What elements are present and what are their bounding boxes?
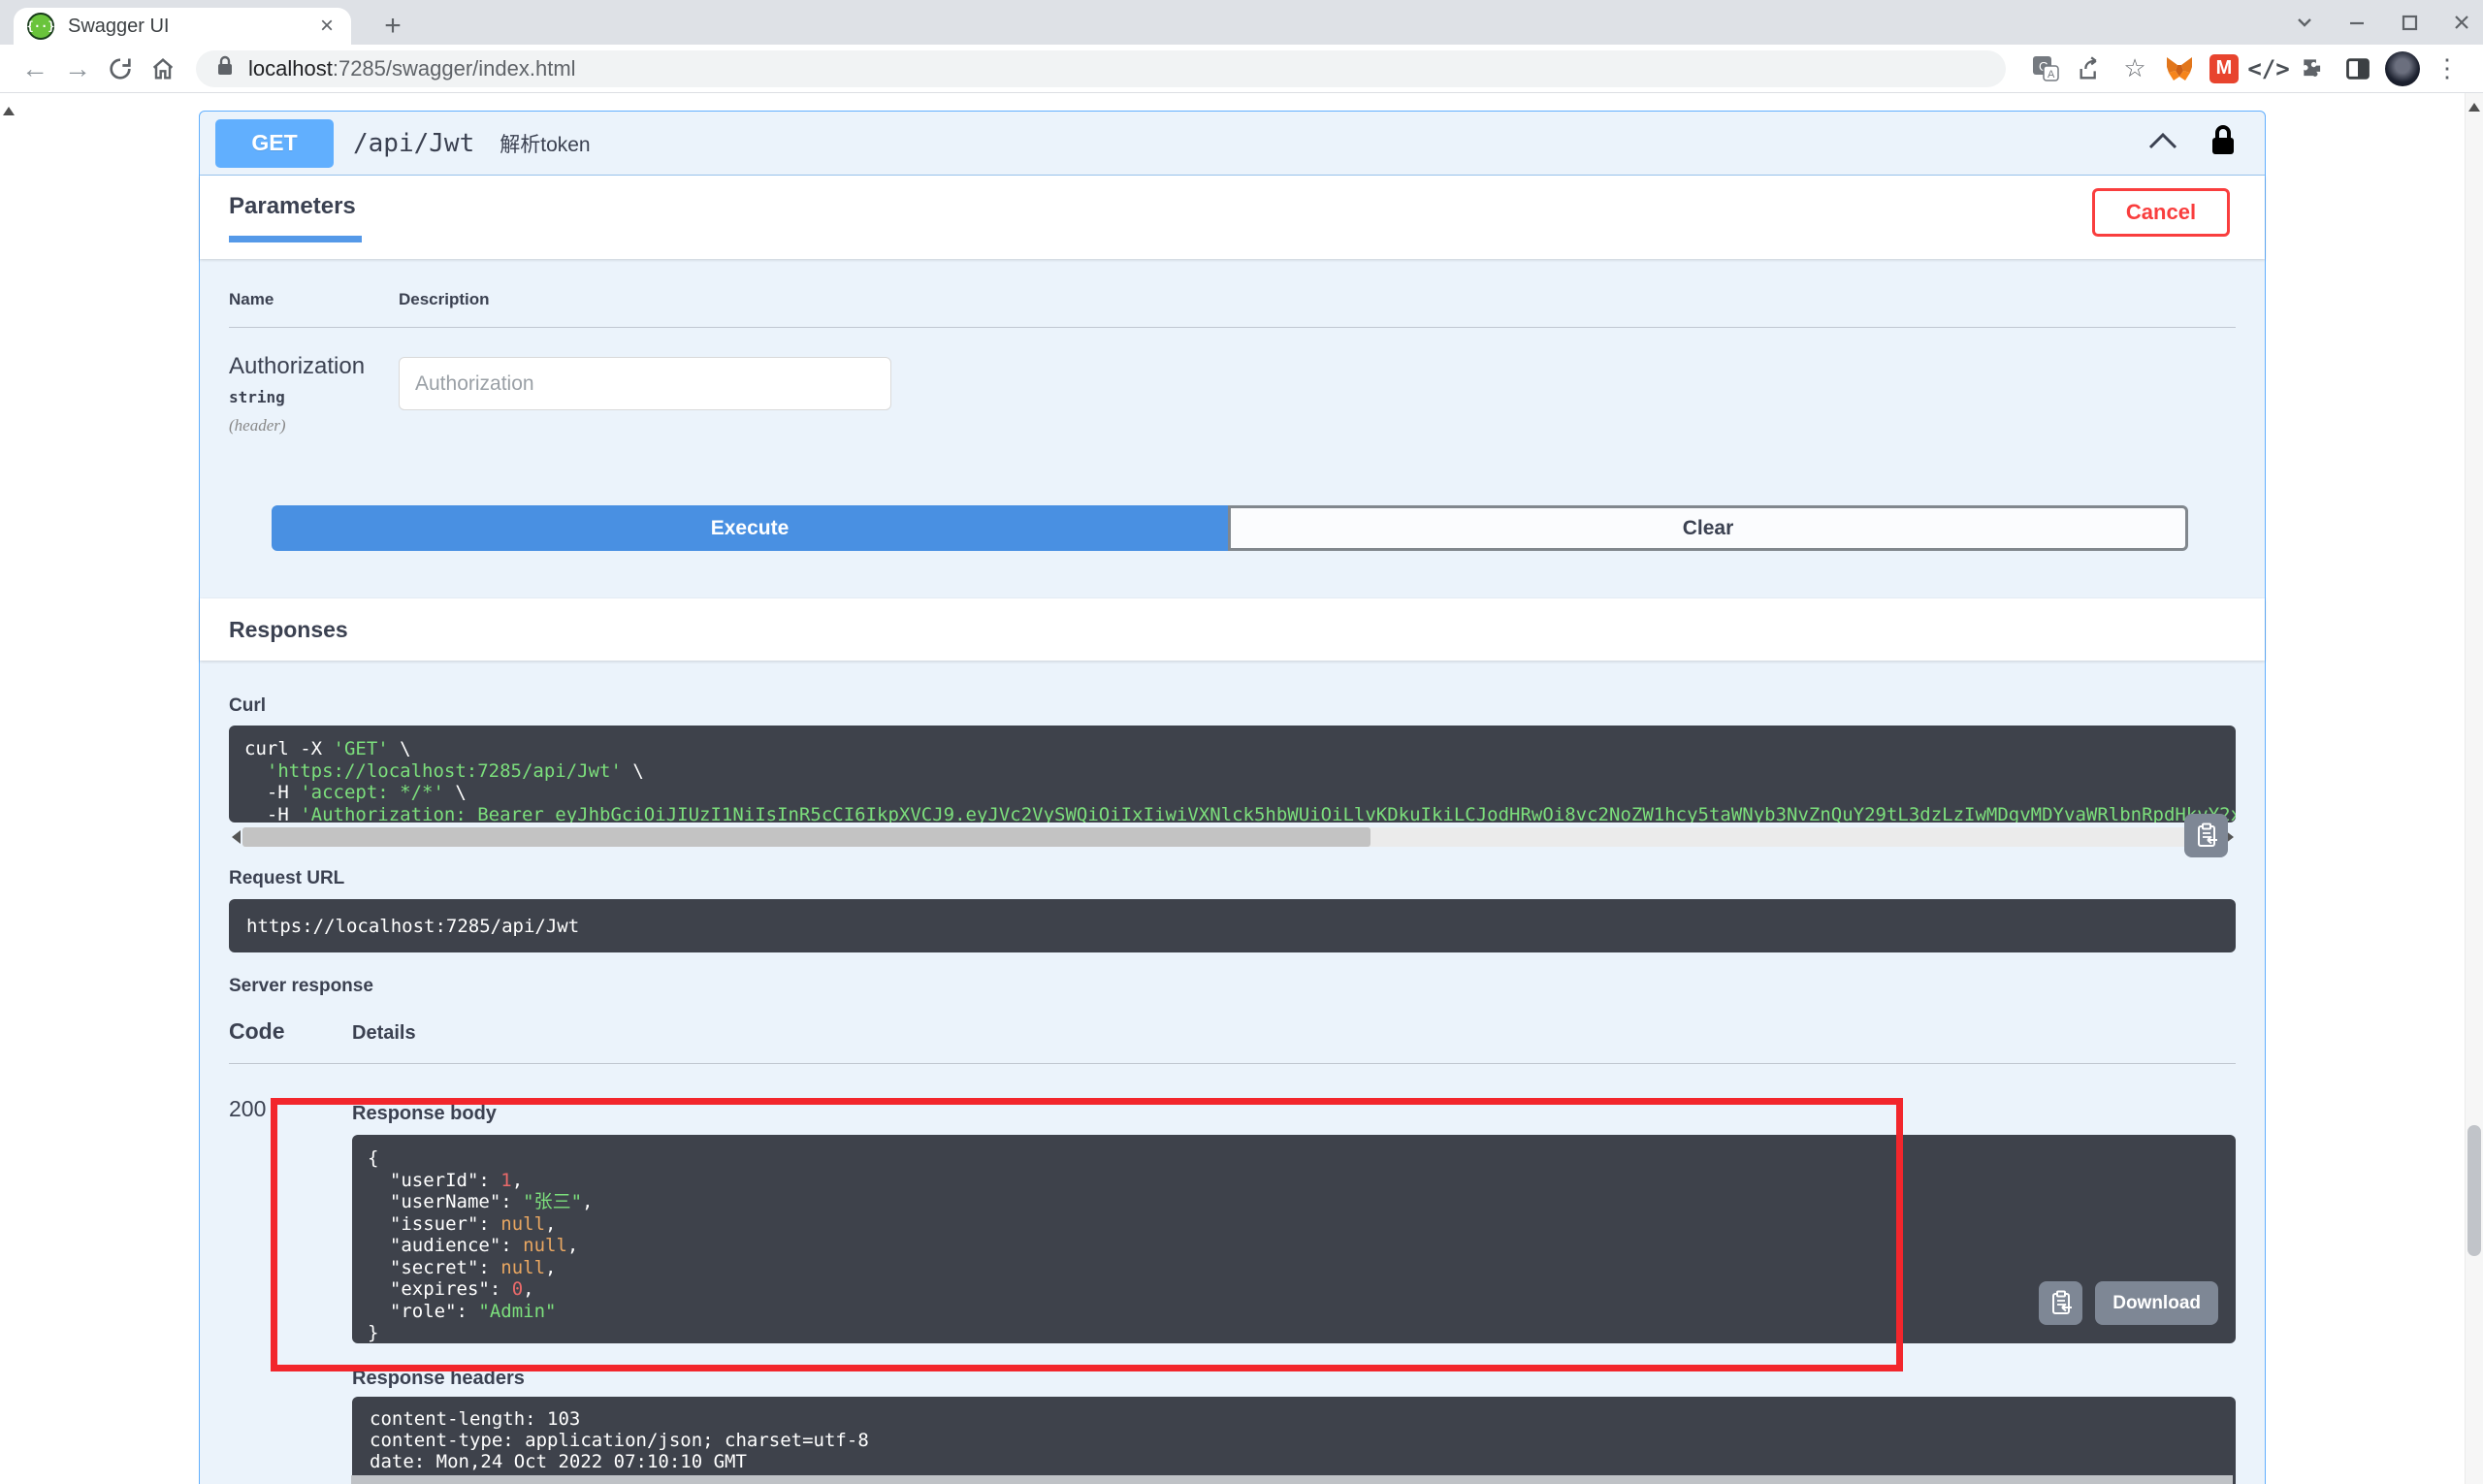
curl-label: Curl <box>229 695 266 716</box>
operation-block-get-api-jwt: GET /api/Jwt 解析token Parameters Cancel N… <box>199 111 2266 1484</box>
svg-text:A: A <box>2048 69 2055 81</box>
response-row-200: 200 Response body { "userId": 1, "userNa… <box>229 1064 2236 1484</box>
parameters-table: Name Description Authorization string (h… <box>200 290 2265 551</box>
responses-title: Responses <box>229 616 348 642</box>
forward-icon[interactable]: → <box>56 48 99 90</box>
window-close-icon[interactable] <box>2450 11 2473 34</box>
details-column-header: Details <box>352 1022 416 1044</box>
curl-horizontal-scrollbar[interactable] <box>229 826 2236 848</box>
parameter-row-authorization: Authorization string (header) <box>229 328 2236 436</box>
gmail-extension-icon[interactable]: M <box>2202 47 2246 91</box>
swagger-page: GET /api/Jwt 解析token Parameters Cancel N… <box>0 93 2483 1484</box>
response-headers-block: content-length: 103 content-type: applica… <box>352 1397 2236 1484</box>
browser-toolbar: ← → localhost:7285/swagger/index.html GA… <box>0 45 2483 93</box>
address-bar[interactable]: localhost:7285/swagger/index.html <box>196 49 2006 87</box>
tab-parameters[interactable]: Parameters <box>229 193 362 242</box>
parameters-section-header: Parameters Cancel <box>200 176 2265 259</box>
url-path: :7285/swagger/index.html <box>332 55 576 81</box>
parameter-location: (header) <box>229 416 286 435</box>
page-scrollbar-thumb[interactable] <box>2467 1125 2481 1256</box>
operation-summary-row[interactable]: GET /api/Jwt 解析token <box>200 112 2265 176</box>
new-tab-button[interactable]: + <box>374 8 411 45</box>
request-url-value: https://localhost:7285/api/Jwt <box>246 915 580 937</box>
scrollbar-up-icon[interactable] <box>2468 103 2480 112</box>
window-maximize-icon[interactable] <box>2398 11 2421 34</box>
response-headers-scrollbar-track[interactable] <box>351 1475 2233 1484</box>
endpoint-summary: 解析token <box>500 133 591 156</box>
column-header-name: Name <box>229 290 274 308</box>
cancel-button[interactable]: Cancel <box>2092 188 2230 237</box>
request-url-block: https://localhost:7285/api/Jwt <box>229 899 2236 952</box>
url-host: localhost <box>248 55 333 81</box>
code-extension-icon[interactable]: </> <box>2246 47 2291 91</box>
column-header-description: Description <box>399 290 490 308</box>
parameter-type: string <box>229 388 285 406</box>
close-tab-icon[interactable]: × <box>316 15 338 38</box>
authorization-lock-icon[interactable] <box>2209 124 2238 162</box>
metamask-extension-icon[interactable] <box>2157 47 2202 91</box>
responses-body: Curl curl -X 'GET' \ 'https://localhost:… <box>200 695 2265 1484</box>
browser-tab[interactable]: {··} Swagger UI × <box>14 8 351 45</box>
endpoint-path: /api/Jwt <box>353 128 475 158</box>
page-vertical-scrollbar[interactable] <box>2465 93 2483 1484</box>
swagger-favicon-icon: {··} <box>27 13 54 40</box>
response-body-label: Response body <box>352 1103 497 1124</box>
reload-icon[interactable] <box>99 48 142 90</box>
back-icon[interactable]: ← <box>14 48 56 90</box>
browser-tab-strip: {··} Swagger UI × + <box>0 0 2483 45</box>
window-minimize-icon[interactable] <box>2345 11 2369 34</box>
copy-response-button[interactable] <box>2039 1281 2083 1325</box>
status-code: 200 <box>229 1096 267 1121</box>
side-panel-icon[interactable] <box>2336 47 2380 91</box>
scroll-left-icon[interactable] <box>229 826 242 848</box>
authorization-input[interactable] <box>399 357 891 410</box>
extensions-puzzle-icon[interactable] <box>2291 47 2336 91</box>
tab-search-chevron-icon[interactable] <box>2293 11 2316 34</box>
server-response-label: Server response <box>229 976 373 996</box>
profile-avatar[interactable] <box>2380 47 2425 91</box>
bookmark-star-icon[interactable]: ☆ <box>2112 47 2157 91</box>
parameter-name: Authorization <box>229 353 366 379</box>
clear-button[interactable]: Clear <box>1228 505 2188 551</box>
response-body-block: { "userId": 1, "userName": "张三", "issuer… <box>352 1135 2236 1343</box>
scrollbar-thumb[interactable] <box>242 827 1371 847</box>
share-icon[interactable] <box>2068 47 2112 91</box>
responses-section-header: Responses <box>200 598 2265 661</box>
code-column-header: Code <box>229 1018 285 1044</box>
curl-command-block: curl -X 'GET' \ 'https://localhost:7285/… <box>229 726 2236 823</box>
lock-icon <box>215 55 235 81</box>
copy-curl-button[interactable] <box>2184 814 2228 857</box>
response-headers-label: Response headers <box>352 1368 525 1389</box>
tab-title: Swagger UI <box>68 15 170 37</box>
home-icon[interactable] <box>142 48 184 90</box>
translate-icon[interactable]: GA <box>2023 47 2068 91</box>
page-scroll-up-icon[interactable] <box>3 107 15 115</box>
download-button[interactable]: Download <box>2095 1281 2218 1325</box>
execute-button[interactable]: Execute <box>272 505 1228 551</box>
request-url-label: Request URL <box>229 868 345 888</box>
browser-menu-icon[interactable]: ⋮ <box>2425 47 2469 91</box>
collapse-chevron-icon[interactable] <box>2146 130 2179 156</box>
http-method-badge: GET <box>215 118 334 168</box>
